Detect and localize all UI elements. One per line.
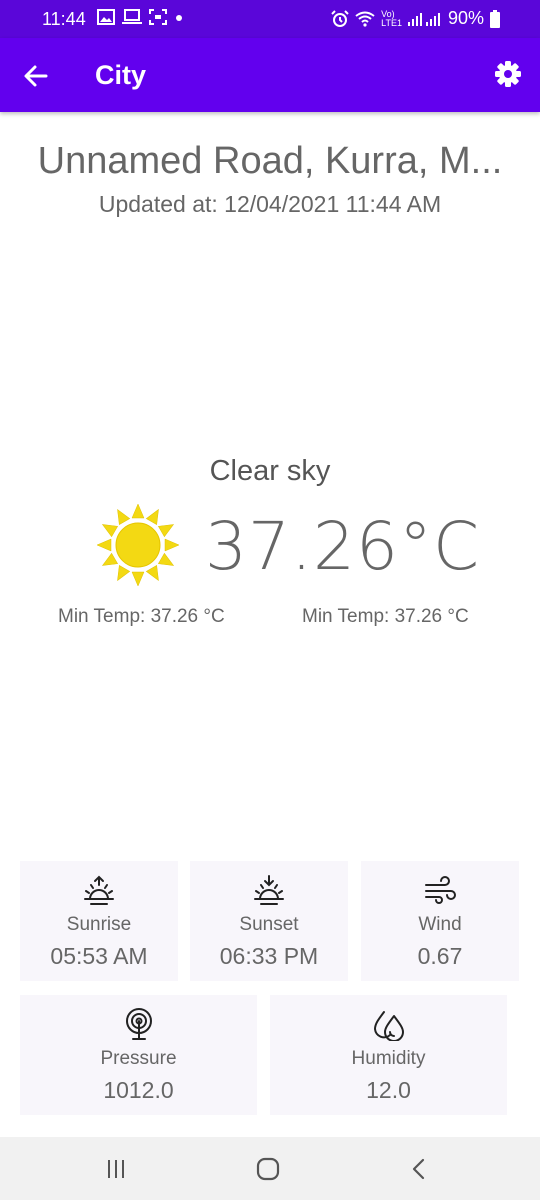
min-temp-left: Min Temp: 37.26 °C xyxy=(58,606,225,627)
location-name: Unnamed Road, Kurra, M... xyxy=(37,140,503,182)
signal-icon xyxy=(407,12,440,26)
pressure-card: Pressure 1012.0 xyxy=(20,995,257,1115)
laptop-icon xyxy=(122,9,142,24)
sunset-label: Sunset xyxy=(239,914,299,935)
battery-percent: 90% xyxy=(447,8,484,28)
wind-label: Wind xyxy=(418,914,462,935)
wind-value: 0.67 xyxy=(417,943,463,969)
wind-card: Wind 0.67 xyxy=(361,861,519,981)
sunrise-label: Sunrise xyxy=(66,914,132,935)
arrow-left-icon[interactable] xyxy=(22,62,50,90)
sunrise-icon xyxy=(84,875,114,905)
wifi-icon xyxy=(355,11,375,27)
status-left-icons xyxy=(97,9,184,25)
sunset-card: Sunset 06:33 PM xyxy=(190,861,348,981)
wind-icon xyxy=(425,876,456,904)
dot-icon xyxy=(176,15,182,21)
sunrise-value: 05:53 AM xyxy=(50,943,148,969)
current-temperature: 37.26°C xyxy=(205,508,481,585)
back-icon[interactable] xyxy=(407,1157,431,1181)
pressure-value: 1012.0 xyxy=(103,1077,174,1103)
gear-icon[interactable] xyxy=(494,60,522,88)
humidity-card: Humidity 12.0 xyxy=(270,995,507,1115)
status-time: 11:44 xyxy=(42,9,86,29)
home-icon[interactable] xyxy=(256,1157,280,1181)
battery-icon xyxy=(490,9,500,28)
app-bar: City xyxy=(0,38,540,112)
status-right-icons: Vo) LTE1 90% xyxy=(331,8,500,29)
system-nav-bar xyxy=(0,1137,540,1200)
gallery-icon xyxy=(97,9,115,25)
sunset-icon xyxy=(254,875,284,905)
recents-icon[interactable] xyxy=(104,1157,128,1181)
pressure-label: Pressure xyxy=(100,1048,177,1069)
sun-icon xyxy=(96,503,180,587)
sunrise-card: Sunrise 05:53 AM xyxy=(20,861,178,981)
network-label-bottom: LTE1 xyxy=(381,17,402,28)
status-bar: 11:44 Vo) LTE1 90% xyxy=(0,0,540,38)
page-title: City xyxy=(95,60,147,90)
sunset-value: 06:33 PM xyxy=(219,943,319,969)
screenshot-icon xyxy=(149,9,167,25)
pressure-icon xyxy=(125,1008,152,1040)
min-temp-right: Min Temp: 37.26 °C xyxy=(302,606,469,627)
alarm-icon xyxy=(331,9,349,27)
humidity-label: Humidity xyxy=(351,1048,426,1069)
humidity-value: 12.0 xyxy=(366,1077,411,1103)
updated-at: Updated at: 12/04/2021 11:44 AM xyxy=(98,191,442,217)
network-label: Vo) LTE1 xyxy=(381,9,402,28)
weather-condition: Clear sky xyxy=(209,455,331,487)
humidity-icon xyxy=(373,1011,404,1041)
